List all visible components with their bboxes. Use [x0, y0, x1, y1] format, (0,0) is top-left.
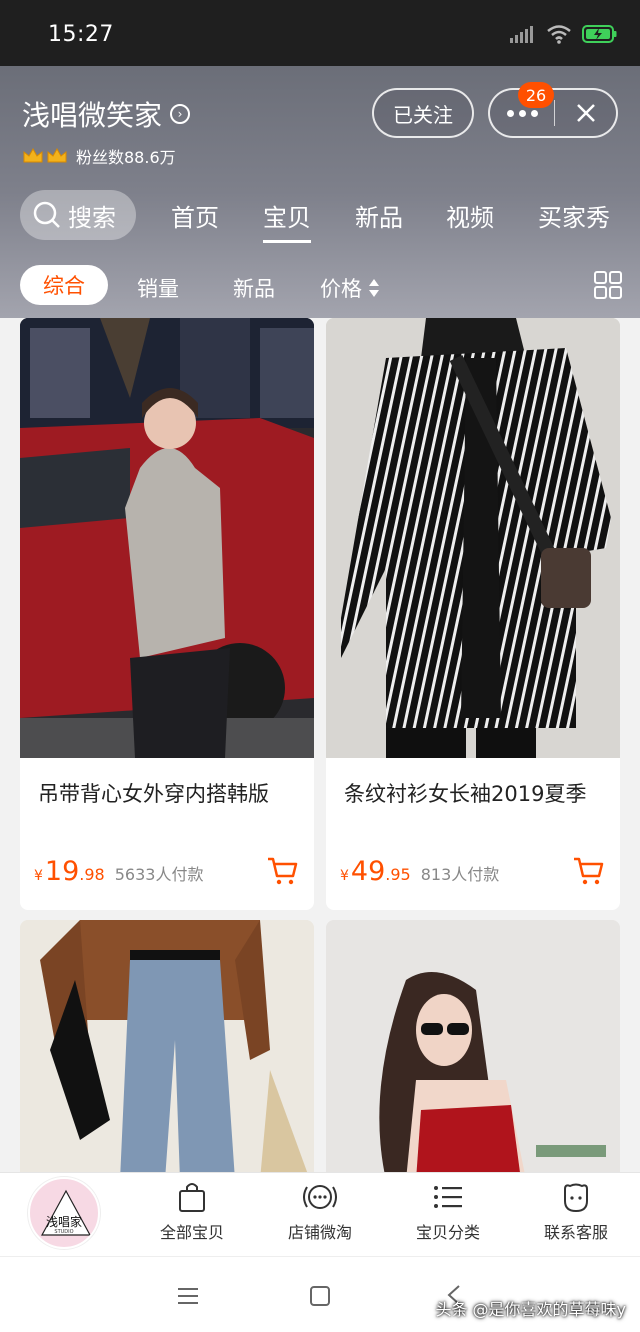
follow-button[interactable]: 已关注 — [372, 88, 474, 138]
tab-items[interactable]: 宝贝 — [263, 198, 311, 243]
close-icon — [576, 104, 595, 122]
close-button[interactable] — [555, 90, 616, 136]
wifi-icon — [547, 25, 571, 44]
product-title: 吊带背心女外穿内搭韩版 — [38, 782, 269, 806]
status-time: 15:27 — [48, 22, 114, 47]
watermark: 头条 @是你喜欢的草莓味y — [435, 1300, 626, 1319]
shop-logo[interactable]: 浅唱家 STUDIO — [28, 1177, 100, 1249]
shop-fans: 粉丝数88.6万 — [22, 144, 176, 168]
product-price: ¥ 49 .95 813人付款 — [340, 856, 500, 887]
notification-badge: 26 — [518, 82, 554, 108]
product-card[interactable]: 吊带背心女外穿内搭韩版 ¥ 19 .98 5633人付款 — [20, 318, 314, 910]
battery-icon — [582, 25, 617, 43]
product-sold: 5633人付款 — [114, 865, 204, 884]
product-card[interactable] — [326, 920, 620, 1180]
filter-comprehensive[interactable]: 综合 — [20, 265, 108, 305]
shop-feed-label: 店铺微淘 — [287, 1223, 352, 1242]
tab-home[interactable]: 首页 — [171, 198, 219, 233]
customer-service-button[interactable]: 联系客服 — [516, 1181, 636, 1243]
crown-icon — [22, 147, 68, 165]
shop-bottom-bar: 浅唱家 STUDIO 全部宝贝 店铺微淘 宝贝分类 联系客服 — [0, 1172, 640, 1256]
filter-price-label: 价格 — [320, 277, 362, 301]
fans-count: 粉丝数88.6万 — [76, 148, 176, 167]
signal-icon — [510, 26, 533, 43]
product-card[interactable]: 条纹衬衫女长袖2019夏季 ¥ 49 .95 813人付款 — [326, 318, 620, 910]
list-icon — [434, 1186, 462, 1208]
tab-new[interactable]: 新品 — [355, 198, 403, 233]
shop-name-link[interactable]: 浅唱微笑家 › — [22, 94, 191, 134]
product-sold: 813人付款 — [420, 865, 500, 884]
product-card[interactable] — [20, 920, 314, 1180]
all-items-label: 全部宝贝 — [159, 1223, 224, 1242]
search-label: 搜索 — [68, 203, 116, 232]
broadcast-icon — [303, 1185, 337, 1209]
customer-service-icon — [564, 1183, 588, 1213]
shop-feed-button[interactable]: 店铺微淘 — [260, 1181, 380, 1243]
menu-icon[interactable] — [178, 1287, 198, 1305]
status-bar: 15:27 — [0, 0, 640, 66]
cart-icon[interactable] — [572, 856, 604, 886]
home-icon[interactable] — [310, 1286, 330, 1306]
system-nav-bar — [0, 1256, 640, 1332]
product-price: ¥ 19 .98 5633人付款 — [34, 856, 204, 887]
product-image — [20, 920, 314, 1180]
all-items-button[interactable]: 全部宝贝 — [132, 1181, 252, 1243]
shop-name: 浅唱微笑家 — [22, 99, 163, 132]
product-image — [20, 318, 314, 758]
status-icons — [510, 24, 618, 44]
product-image — [326, 920, 620, 1180]
filter-sales[interactable]: 销量 — [137, 273, 179, 303]
filter-new[interactable]: 新品 — [233, 273, 275, 303]
search-button[interactable]: 搜索 — [20, 190, 136, 240]
filter-price[interactable]: 价格 — [320, 273, 380, 303]
tab-buyer-show[interactable]: 买家秀 — [538, 198, 610, 233]
sort-icon — [369, 279, 379, 297]
cart-icon[interactable] — [266, 856, 298, 886]
chevron-right-icon: › — [170, 104, 191, 124]
shopping-bag-icon — [179, 1183, 205, 1212]
categories-button[interactable]: 宝贝分类 — [388, 1181, 508, 1243]
product-title: 条纹衬衫女长袖2019夏季 — [344, 782, 587, 806]
tab-video[interactable]: 视频 — [446, 198, 494, 233]
categories-label: 宝贝分类 — [415, 1223, 480, 1242]
search-icon — [33, 201, 60, 228]
grid-view-icon[interactable] — [594, 271, 622, 299]
product-image — [326, 318, 620, 758]
customer-service-label: 联系客服 — [543, 1223, 608, 1242]
